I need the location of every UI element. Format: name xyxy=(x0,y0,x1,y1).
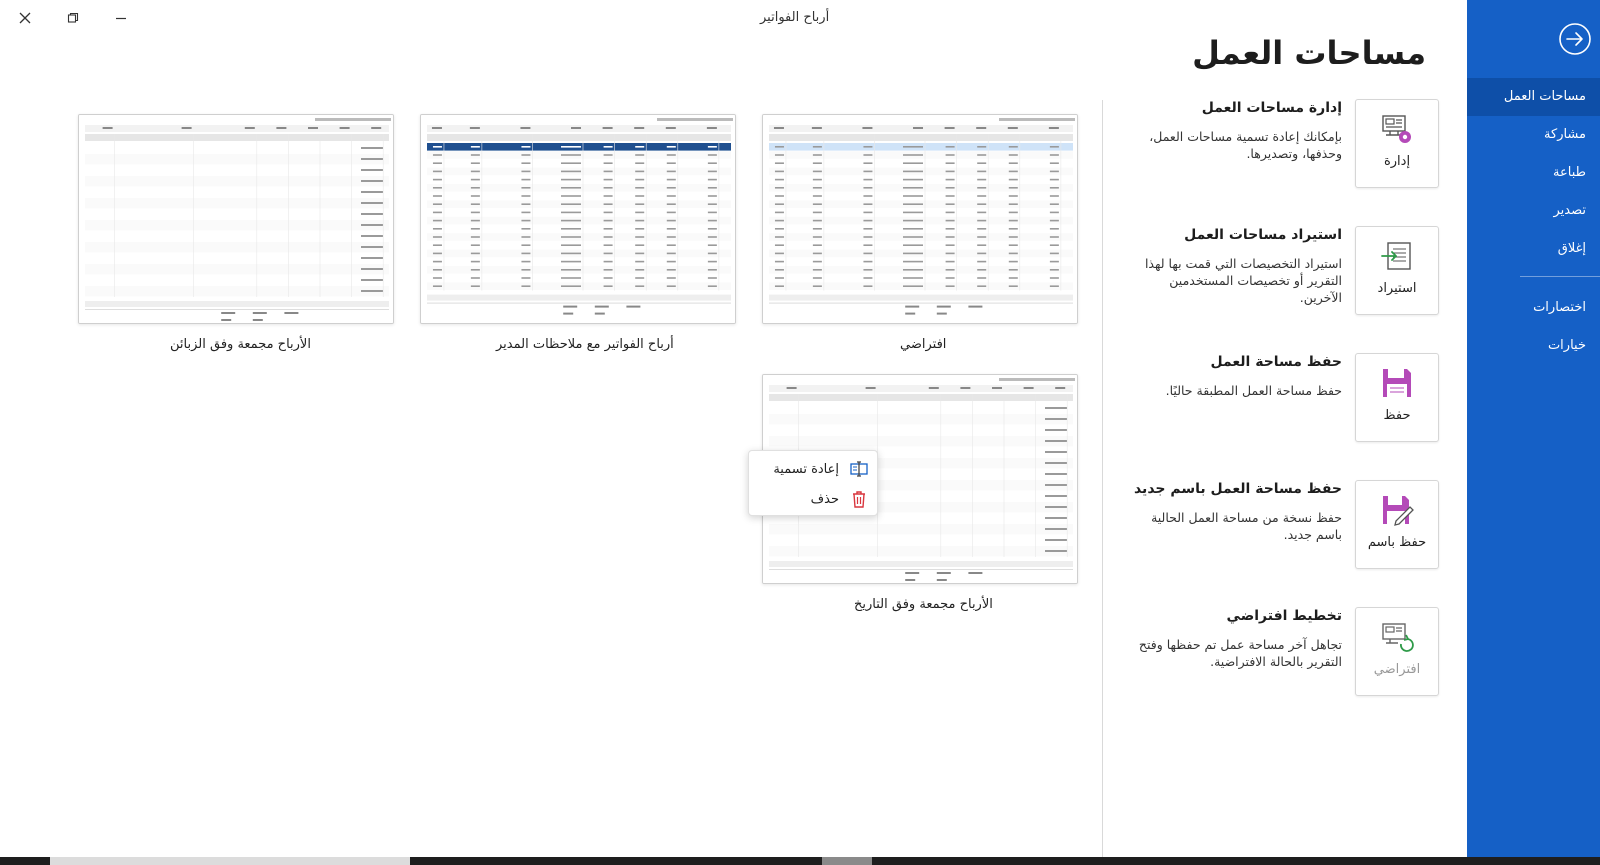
workspace-card-label: الأرباح مجمعة وفق التاريخ xyxy=(854,597,993,612)
manage-button[interactable]: إدارة xyxy=(1355,99,1439,188)
taskbar-segment xyxy=(822,857,872,865)
minimize-window-button[interactable] xyxy=(106,6,136,30)
action-save-as: حفظ باسم حفظ مساحة العمل باسم جديد حفظ ن… xyxy=(1120,480,1440,607)
minimize-icon xyxy=(116,17,126,20)
action-save: حفظ حفظ مساحة العمل حفظ مساحة العمل المط… xyxy=(1120,353,1440,480)
delete-label: حذف xyxy=(810,491,839,507)
workspace-card-label: أرباح الفواتير مع ملاحظات المدير xyxy=(496,337,674,352)
report-preview xyxy=(79,115,393,323)
manage-button-label: إدارة xyxy=(1383,154,1411,169)
action-default-layout: افتراضي تخطيط افتراضي تجاهل آخر مساحة عم… xyxy=(1120,607,1440,734)
sidebar-item-shortcuts[interactable]: اختصارات xyxy=(1467,289,1600,327)
workspace-card-label: الأرباح مجمعة وفق الزبائن xyxy=(170,337,311,352)
action-description: استيراد التخصيصات التي قمت بها لهذا التق… xyxy=(1144,256,1342,305)
action-description: تجاهل آخر مساحة عمل تم حفظها وفتح التقري… xyxy=(1138,637,1342,669)
taskbar-segment xyxy=(50,857,410,865)
report-preview xyxy=(763,115,1077,323)
action-manage: إدارة إدارة مساحات العمل بإمكانك إعادة ت… xyxy=(1120,99,1440,226)
action-description: حفظ مساحة العمل المطبقة حاليًا. xyxy=(1165,383,1342,398)
import-button-label: استيراد xyxy=(1377,281,1417,296)
save-as-icon xyxy=(1383,496,1414,526)
action-title: حفظ مساحة العمل باسم جديد xyxy=(1133,481,1342,497)
default-layout-button[interactable]: افتراضي xyxy=(1355,607,1439,696)
close-window-button[interactable] xyxy=(10,6,40,30)
save-as-button[interactable]: حفظ باسم xyxy=(1355,480,1439,569)
sidebar-item-export[interactable]: تصدير xyxy=(1467,192,1600,230)
backstage-sidebar: مساحات العمل مشاركة طباعة تصدير إغلاق اخ… xyxy=(1467,0,1600,857)
action-description: حفظ نسخة من مساحة العمل الحالية باسم جدي… xyxy=(1151,510,1342,542)
sidebar-item-print[interactable]: طباعة xyxy=(1467,154,1600,192)
workspace-actions: إدارة إدارة مساحات العمل بإمكانك إعادة ت… xyxy=(1120,99,1440,734)
default-layout-button-label: افتراضي xyxy=(1373,662,1421,677)
action-title: حفظ مساحة العمل xyxy=(1210,354,1343,370)
save-icon xyxy=(1383,369,1411,397)
sidebar-nav: مساحات العمل مشاركة طباعة تصدير إغلاق اخ… xyxy=(1467,78,1600,365)
back-arrow-icon xyxy=(1559,23,1591,55)
sidebar-item-share[interactable]: مشاركة xyxy=(1467,116,1600,154)
workspace-card-label: افتراضي xyxy=(900,337,947,352)
sidebar-item-close[interactable]: إغلاق xyxy=(1467,230,1600,268)
sidebar-separator xyxy=(1520,276,1600,277)
restore-icon xyxy=(67,12,79,23)
restore-window-button[interactable] xyxy=(58,6,88,30)
taskbar-strip xyxy=(0,857,1600,865)
sidebar-item-workspaces[interactable]: مساحات العمل xyxy=(1467,78,1600,116)
page-title: مساحات العمل xyxy=(1192,34,1426,72)
rename-label: إعادة تسمية xyxy=(773,461,839,477)
workspace-thumbnail xyxy=(762,114,1078,324)
delete-menu-item[interactable]: حذف xyxy=(749,484,877,514)
context-menu: إعادة تسمية حذف xyxy=(748,450,878,516)
close-icon xyxy=(19,12,31,24)
vertical-divider xyxy=(1102,100,1103,857)
workspace-thumbnail xyxy=(78,114,394,324)
report-preview xyxy=(421,115,735,323)
title-bar: أرباح الفواتير xyxy=(0,0,1467,36)
save-as-button-label: حفظ باسم xyxy=(1367,535,1427,550)
window-title: أرباح الفواتير xyxy=(760,10,830,25)
import-icon xyxy=(1381,242,1411,270)
action-title: إدارة مساحات العمل xyxy=(1201,100,1342,116)
import-button[interactable]: استيراد xyxy=(1355,226,1439,315)
manage-workspace-icon xyxy=(1382,115,1411,143)
rename-icon xyxy=(850,461,868,477)
reset-layout-icon xyxy=(1382,623,1414,652)
action-title: استيراد مساحات العمل xyxy=(1184,227,1342,243)
sidebar-item-options[interactable]: خيارات xyxy=(1467,327,1600,365)
action-title: تخطيط افتراضي xyxy=(1226,608,1342,624)
trash-icon xyxy=(853,491,865,508)
action-import: استيراد استيراد مساحات العمل استيراد الت… xyxy=(1120,226,1440,353)
save-button[interactable]: حفظ xyxy=(1355,353,1439,442)
workspace-thumbnail xyxy=(420,114,736,324)
action-description: بإمكانك إعادة تسمية مساحات العمل، وحذفها… xyxy=(1149,129,1342,161)
back-button[interactable] xyxy=(1558,22,1592,56)
rename-menu-item[interactable]: إعادة تسمية xyxy=(749,454,877,484)
save-button-label: حفظ xyxy=(1383,408,1411,423)
